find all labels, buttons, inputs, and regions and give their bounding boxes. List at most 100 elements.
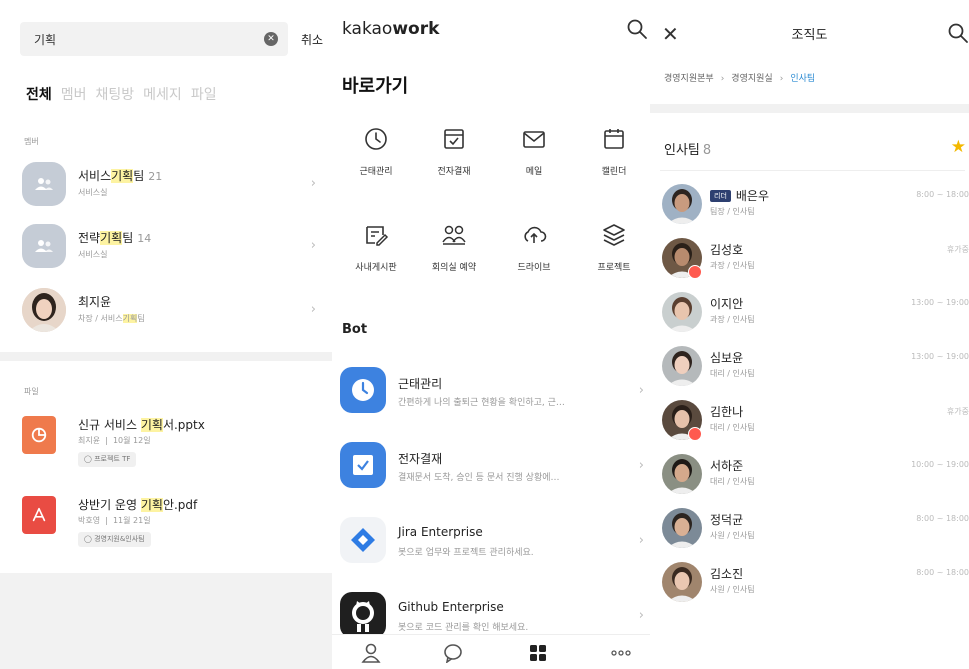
shortcut-meeting-room[interactable]: 회의실 예약 (418, 222, 490, 282)
group-icon (35, 178, 53, 190)
file-meta: 박호영 | 11월 21일 (78, 516, 151, 525)
shortcut-project[interactable]: 프로젝트 (578, 222, 650, 282)
group-avatar (22, 224, 66, 268)
breadcrumb-item[interactable]: 경영지원본부 (664, 74, 714, 84)
person-row[interactable]: 김성호 과장 / 인사팀 휴가중 (662, 238, 969, 284)
logo-bold-text: work (392, 19, 440, 39)
approval-bot-icon (340, 442, 386, 488)
person-row[interactable]: 리더 배은우 팀장 / 인사팀 8:00 ~ 18:00 (662, 184, 969, 230)
chevron-right-icon: › (720, 74, 725, 84)
file-tag[interactable]: ◯ 프로젝트 TF (78, 452, 137, 467)
shortcut-mail[interactable]: 메일 (498, 126, 570, 186)
avatar (662, 292, 702, 332)
chart-icon (31, 427, 47, 443)
approval-icon (444, 129, 464, 149)
page-title: 조직도 (791, 28, 828, 43)
subtitle-text: 차장 / 서비스 (78, 314, 123, 323)
tab-all[interactable]: 전체 (26, 84, 52, 104)
pptx-file-icon (22, 416, 56, 454)
person-row[interactable]: 심보윤 대리 / 인사팀 13:00 ~ 19:00 (662, 346, 969, 392)
avatar-photo-icon (662, 508, 702, 548)
member-count: 14 (137, 232, 152, 245)
person-role: 대리 / 인사팀 (710, 423, 755, 432)
bot-name: 근태관리 (398, 377, 443, 391)
search-input[interactable]: 기획 ✕ (20, 22, 288, 56)
member-row[interactable]: 전략기획팀 14 서비스실 › (22, 224, 322, 272)
meeting-room-icon (442, 225, 466, 245)
bot-row-attendance[interactable]: 근태관리 간편하게 나의 출퇴근 현황을 확인하고, 근… › (340, 367, 650, 419)
chat-bubble-icon[interactable] (442, 643, 464, 663)
highlight-text: 기획 (140, 498, 163, 512)
work-hours: 8:00 ~ 18:00 (916, 190, 969, 199)
work-hours: 휴가중 (946, 245, 969, 254)
tab-chatrooms[interactable]: 채팅방 (96, 84, 135, 104)
file-section-label: 파일 (24, 387, 39, 396)
shortcut-board[interactable]: 사내게시판 (340, 222, 412, 282)
clock-icon (365, 128, 387, 150)
clear-icon[interactable]: ✕ (264, 32, 278, 46)
shortcut-approval[interactable]: 전자결재 (418, 126, 490, 186)
leader-badge: 리더 (710, 190, 731, 202)
search-icon[interactable] (626, 18, 648, 40)
avatar (662, 346, 702, 386)
tab-messages[interactable]: 메세지 (143, 84, 182, 104)
tab-files[interactable]: 파일 (191, 84, 217, 104)
person-name: 김소진 (710, 565, 743, 582)
breadcrumb-item[interactable]: 경영지원실 (731, 74, 772, 84)
file-row[interactable]: 상반기 운영 기획안.pdf 박호영 | 11월 21일 ◯ 경영지원&인사팀 (22, 496, 322, 566)
more-icon[interactable] (610, 643, 632, 663)
file-date: 10월 12일 (112, 436, 151, 445)
mail-icon (523, 131, 545, 148)
search-panel: 기획 ✕ 취소 전체 멤버 채팅방 메세지 파일 멤버 서비스기획팀 21 서비스… (0, 0, 332, 669)
file-author: 최지윤 (78, 436, 101, 445)
person-role: 사원 / 인사팀 (710, 585, 755, 594)
shortcut-attendance[interactable]: 근태관리 (340, 126, 412, 186)
bot-row-jira[interactable]: Jira Enterprise 봇으로 업무와 프로젝트 관리하세요. › (340, 517, 650, 569)
logo-light-text: kakao (342, 19, 393, 39)
member-count: 21 (148, 170, 163, 183)
subtitle-text: 서비스실 (78, 250, 108, 259)
breadcrumb-current[interactable]: 인사팀 (790, 74, 815, 84)
cancel-button[interactable]: 취소 (301, 31, 323, 48)
file-row[interactable]: 신규 서비스 기획서.pptx 최지윤 | 10월 12일 ◯ 프로젝트 TF (22, 416, 322, 486)
file-author: 박호영 (78, 516, 101, 525)
file-name-text: 상반기 운영 (78, 498, 141, 512)
person-name: 김성호 (710, 241, 743, 258)
search-icon[interactable] (947, 22, 969, 44)
bot-description: 봇으로 업무와 프로젝트 관리하세요. (398, 548, 534, 558)
work-hours: 10:00 ~ 19:00 (911, 460, 969, 469)
person-row[interactable]: 이지안 과장 / 인사팀 13:00 ~ 19:00 (662, 292, 969, 338)
member-row[interactable]: 서비스기획팀 21 서비스실 › (22, 162, 322, 210)
highlight-text: 기획 (100, 231, 123, 245)
title-text: 팀 (133, 169, 145, 183)
person-name-text: 김한나 (710, 405, 744, 419)
person-icon[interactable] (360, 643, 382, 663)
member-title: 최지윤 (78, 293, 111, 310)
section-divider (0, 352, 332, 361)
grid-icon[interactable] (527, 643, 549, 663)
member-row[interactable]: 최지윤 차장 / 서비스기획팀 › (22, 288, 322, 336)
star-icon[interactable]: ★ (951, 137, 966, 157)
shortcut-drive[interactable]: 드라이브 (498, 222, 570, 282)
org-chart-panel: ✕ 조직도 경영지원본부 › 경영지원실 › 인사팀 인사팀 8 ★ 리더 배은우 팀장 / … (650, 0, 969, 669)
away-status-icon (688, 265, 702, 279)
file-name-text: 신규 서비스 (78, 418, 141, 432)
person-name-text: 심보윤 (710, 351, 744, 365)
person-role: 사원 / 인사팀 (710, 531, 755, 540)
title-text: 팀 (122, 231, 134, 245)
person-row[interactable]: 김소진 사원 / 인사팀 8:00 ~ 18:00 (662, 562, 969, 608)
acrobat-icon (32, 507, 46, 522)
file-tag[interactable]: ◯ 경영지원&인사팀 (78, 532, 151, 547)
person-row[interactable]: 김한나 대리 / 인사팀 휴가중 (662, 400, 969, 446)
github-icon (340, 592, 386, 638)
tab-members[interactable]: 멤버 (61, 84, 87, 104)
shortcuts-heading: 바로가기 (342, 76, 409, 97)
person-row[interactable]: 정덕균 사원 / 인사팀 8:00 ~ 18:00 (662, 508, 969, 554)
bot-name: Jira Enterprise (398, 525, 483, 539)
group-icon (35, 240, 53, 252)
shortcut-calendar[interactable]: 캘린더 (578, 126, 650, 186)
person-name: 이지안 (710, 295, 743, 312)
person-row[interactable]: 서하준 대리 / 인사팀 10:00 ~ 19:00 (662, 454, 969, 500)
bot-row-approval[interactable]: 전자결재 결재문서 도착, 승인 등 문서 진행 상황에… › (340, 442, 650, 494)
team-name: 인사팀 (664, 143, 700, 158)
